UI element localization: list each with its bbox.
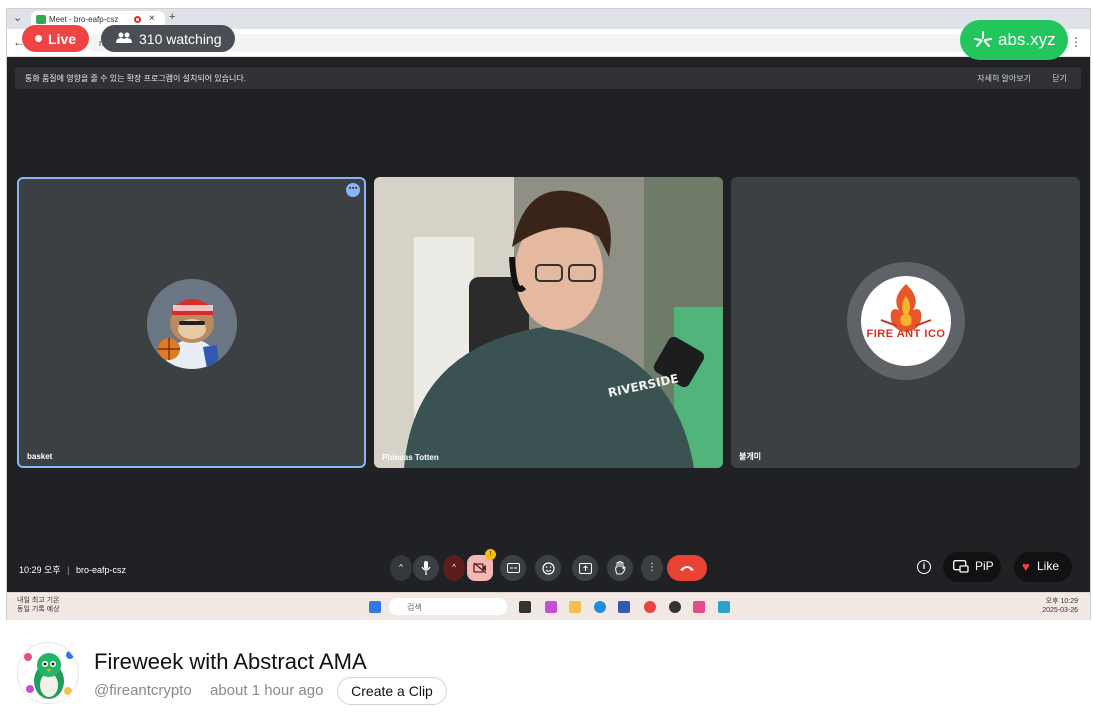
penguin-avatar-icon — [18, 643, 78, 703]
store-icon[interactable] — [618, 601, 630, 613]
app-icon-2[interactable] — [693, 601, 705, 613]
camera-off-button[interactable]: ! — [467, 549, 496, 581]
fire-ant-logo: FIRE ANT ICO — [861, 276, 951, 366]
participant-name: Phineas Totten — [382, 453, 439, 462]
heart-icon: ♥ — [1022, 559, 1030, 574]
extension-notice-bar: 통화 품질에 영향을 줄 수 있는 확장 프로그램이 설치되어 있습니다. 자세… — [15, 67, 1081, 89]
brand-label: abs.xyz — [998, 30, 1056, 49]
pip-icon — [953, 560, 969, 573]
captions-button[interactable] — [500, 555, 526, 581]
taskbar-search[interactable]: 검색 — [389, 598, 507, 615]
meeting-info-icon[interactable]: i — [917, 560, 931, 574]
present-button[interactable] — [572, 555, 598, 581]
present-screen-icon — [578, 563, 592, 574]
pip-button[interactable]: PiP — [943, 552, 1001, 582]
windows-start-icon[interactable] — [369, 601, 381, 613]
new-tab-button[interactable]: + — [169, 11, 175, 23]
meeting-time: 10:29 오후 — [19, 565, 61, 575]
participant-name: basket — [27, 452, 53, 461]
windows-taskbar: 내일 최고 기온 동일 기록 예상 검색 오후 10:29 2025-03-26 — [7, 592, 1090, 620]
create-clip-button[interactable]: Create a Clip — [337, 677, 447, 705]
weather-line-1: 내일 최고 기온 — [17, 597, 60, 604]
like-label: Like — [1037, 559, 1060, 573]
tab-search-icon[interactable]: ⌄ — [13, 11, 22, 24]
posted-time: about 1 hour ago — [210, 682, 324, 699]
notice-text: 통화 품질에 영향을 줄 수 있는 확장 프로그램이 설치되어 있습니다. — [25, 74, 246, 83]
speaking-ring: FIRE ANT ICO — [847, 262, 965, 380]
separator: | — [67, 565, 70, 575]
raise-hand-icon — [615, 561, 626, 575]
video-options-chevron-icon[interactable]: ^ — [443, 555, 465, 581]
like-button[interactable]: ♥ Like — [1014, 552, 1072, 582]
abs-brand-button[interactable]: abs.xyz — [960, 20, 1068, 60]
tab-title: Meet - bro-eafp-csz — [49, 15, 119, 24]
task-view-icon[interactable] — [519, 601, 531, 613]
hang-up-icon — [680, 566, 694, 571]
viewer-count-badge: 310 watching — [101, 25, 235, 52]
microphone-button[interactable] — [413, 555, 439, 581]
tab-close-icon[interactable]: × — [149, 13, 155, 24]
fire-ant-icon — [880, 284, 932, 332]
end-call-button[interactable] — [667, 555, 707, 581]
meet-favicon-icon — [36, 15, 46, 24]
browser-window: ⌄ Meet - bro-eafp-csz × + ← meet.google.… — [6, 8, 1091, 620]
chrome-icon[interactable] — [644, 601, 656, 613]
participant-tile-basket[interactable]: ⋯ basket — [17, 177, 366, 468]
copilot-icon[interactable] — [545, 601, 557, 613]
learn-more-link[interactable]: 자세히 알아보기 — [977, 73, 1031, 84]
taskbar-search-placeholder: 검색 — [407, 603, 422, 612]
notification-badge: ! — [485, 549, 496, 560]
browser-menu-icon[interactable]: ⋮ — [1070, 35, 1082, 49]
mic-icon — [421, 561, 431, 575]
people-icon — [116, 32, 132, 43]
audio-options-chevron-icon[interactable]: ^ — [390, 555, 412, 581]
logo-text: FIRE ANT ICO — [866, 328, 946, 340]
weather-widget[interactable]: 내일 최고 기온 동일 기록 예상 — [17, 596, 60, 614]
more-actions-button[interactable]: ⋮ — [641, 555, 663, 581]
more-options-icon[interactable]: ⋯ — [346, 183, 360, 197]
participant-video: RIVERSIDE — [374, 177, 723, 468]
system-time: 오후 10:29 — [1045, 598, 1078, 605]
stream-info-panel: Fireweek with Abstract AMA @fireantcrypt… — [0, 620, 1093, 715]
watching-count: 310 watching — [139, 31, 222, 47]
weather-line-2: 동일 기록 예상 — [17, 606, 60, 613]
stream-page: { "browser": { "tab_title": "Meet - bro-… — [0, 0, 1093, 715]
raise-hand-button[interactable] — [607, 555, 633, 581]
file-explorer-icon[interactable] — [569, 601, 581, 613]
participant-name: 불개미 — [739, 452, 762, 461]
live-badge: Live — [22, 25, 89, 52]
stream-title: Fireweek with Abstract AMA — [94, 649, 367, 674]
recording-icon — [134, 16, 141, 23]
abstract-logo-icon — [974, 31, 992, 47]
channel-handle-link[interactable]: @fireantcrypto — [94, 682, 192, 699]
camera-off-icon — [473, 562, 487, 574]
participant-avatar — [147, 279, 237, 369]
live-label: Live — [48, 31, 77, 47]
system-clock[interactable]: 오후 10:29 2025-03-26 — [1042, 597, 1078, 615]
system-date: 2025-03-26 — [1042, 607, 1078, 614]
channel-avatar[interactable] — [17, 642, 79, 704]
emoji-button[interactable] — [535, 555, 561, 581]
captions-icon — [506, 563, 520, 573]
app-icon-3[interactable] — [718, 601, 730, 613]
participant-tile-fireant[interactable]: FIRE ANT ICO 불개미 — [731, 177, 1080, 468]
live-dot-icon — [35, 35, 42, 42]
close-notice-button[interactable]: 닫기 — [1052, 73, 1067, 84]
pip-label: PiP — [975, 559, 994, 573]
participant-tile-phineas[interactable]: RIVERSIDE Phineas Totten — [374, 177, 723, 468]
meeting-code: bro-eafp-csz — [75, 565, 126, 575]
meeting-clock: 10:29 오후 | bro-eafp-csz — [19, 563, 126, 576]
monkey-avatar-icon — [147, 279, 237, 369]
emoji-icon — [541, 562, 555, 575]
edge-icon[interactable] — [594, 601, 606, 613]
app-icon[interactable] — [669, 601, 681, 613]
